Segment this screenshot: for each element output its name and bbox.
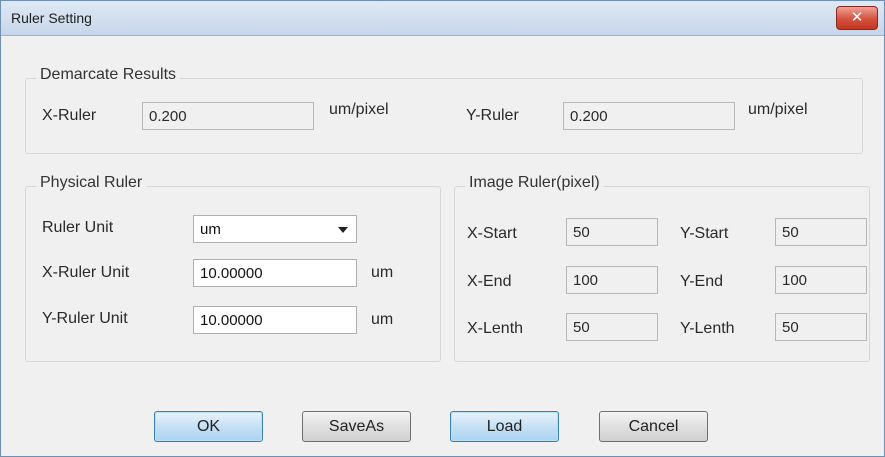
load-button[interactable]: Load bbox=[450, 411, 559, 442]
y-end-field: 100 bbox=[775, 266, 867, 294]
y-start-field: 50 bbox=[775, 218, 867, 246]
x-ruler-unit-input[interactable]: 10.00000 bbox=[193, 259, 357, 287]
y-ruler-unit-suffix: um bbox=[371, 311, 394, 328]
image-ruler-legend: Image Ruler(pixel) bbox=[465, 174, 604, 192]
saveas-button[interactable]: SaveAs bbox=[302, 411, 411, 442]
y-length-field: 50 bbox=[775, 313, 867, 341]
x-start-label: X-Start bbox=[467, 225, 517, 242]
x-ruler-unit-label: um/pixel bbox=[329, 101, 389, 118]
title-bar[interactable]: Ruler Setting ✕ bbox=[1, 1, 884, 36]
close-button[interactable]: ✕ bbox=[836, 6, 878, 30]
physical-ruler-legend: Physical Ruler bbox=[36, 174, 147, 192]
demarcate-results-group: Demarcate Results X-Ruler 0.200 um/pixel… bbox=[25, 66, 863, 154]
y-ruler-unit-label: um/pixel bbox=[748, 101, 808, 118]
cancel-button[interactable]: Cancel bbox=[599, 411, 708, 442]
x-ruler-unit-label: X-Ruler Unit bbox=[42, 264, 130, 281]
x-length-label: X-Lenth bbox=[467, 320, 524, 337]
y-ruler-unit-label: Y-Ruler Unit bbox=[42, 310, 128, 327]
y-ruler-unit-input[interactable]: 10.00000 bbox=[193, 306, 357, 334]
window-title: Ruler Setting bbox=[11, 10, 92, 26]
x-ruler-label: X-Ruler bbox=[42, 107, 97, 124]
ruler-unit-label: Ruler Unit bbox=[42, 219, 114, 236]
y-length-label: Y-Lenth bbox=[680, 320, 735, 337]
x-ruler-value-field: 0.200 bbox=[142, 102, 314, 130]
y-end-label: Y-End bbox=[680, 273, 723, 290]
y-ruler-value-field: 0.200 bbox=[563, 102, 735, 130]
physical-ruler-group: Physical Ruler Ruler Unit um X-Ruler Uni… bbox=[25, 174, 441, 362]
chevron-down-icon[interactable] bbox=[338, 227, 348, 233]
dialog-body: Demarcate Results X-Ruler 0.200 um/pixel… bbox=[1, 36, 884, 456]
x-ruler-unit-suffix: um bbox=[371, 264, 394, 281]
x-end-label: X-End bbox=[467, 273, 512, 290]
x-start-field: 50 bbox=[566, 218, 658, 246]
x-end-field: 100 bbox=[566, 266, 658, 294]
ok-button[interactable]: OK bbox=[154, 411, 263, 442]
x-length-field: 50 bbox=[566, 313, 658, 341]
y-start-label: Y-Start bbox=[680, 225, 729, 242]
image-ruler-group: Image Ruler(pixel) X-Start 50 Y-Start 50… bbox=[454, 174, 870, 362]
y-ruler-label: Y-Ruler bbox=[466, 107, 519, 124]
ruler-unit-selected-value: um bbox=[200, 221, 221, 238]
close-icon: ✕ bbox=[850, 8, 864, 26]
ruler-unit-select[interactable]: um bbox=[193, 215, 357, 243]
demarcate-results-legend: Demarcate Results bbox=[36, 66, 181, 84]
ruler-setting-dialog: Ruler Setting ✕ Demarcate Results X-Rule… bbox=[0, 0, 885, 457]
